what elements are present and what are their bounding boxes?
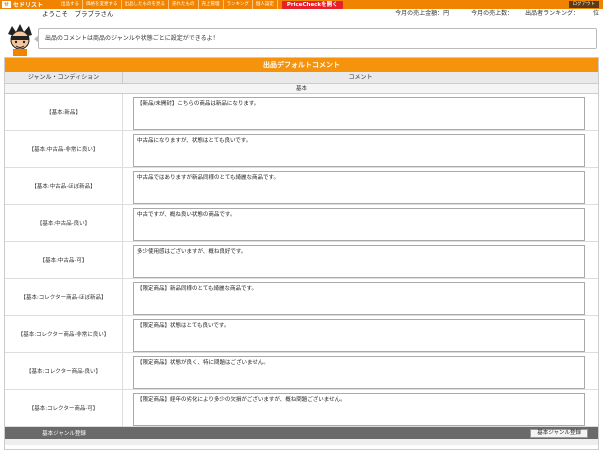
condition-label: 【基本:コレクター商品-ほぼ新品】 [5,279,123,315]
footer-label: 基本ジャンル登録 [42,431,86,437]
nav-item-listed[interactable]: 出品したものを見る [122,0,169,9]
condition-label: 【基本:コレクター商品-良い】 [5,353,123,389]
logo-text: セドリスト [13,2,44,9]
table-row: 【基本:コレクター商品-良い】 【限定商品】状態が良く、特に問題はございません。 [5,353,598,390]
table-row: 【基本:コレクター商品-可】 【限定商品】経年の劣化により多少の欠損がございます… [5,390,598,427]
nav-item-price-change[interactable]: 価格を変更する [83,0,122,9]
condition-label: 【基本:中古品-可】 [5,242,123,278]
comment-field[interactable]: 多少使用感はございますが、概ね良好です。 [133,245,585,278]
condition-label: 【基本:コレクター商品-非常に良い】 [5,316,123,352]
table-row: 【基本:中古品-良い】 中古ですが、概ね良い状態の商品です。 [5,205,598,242]
table-row: 【基本:中古品-ほぼ新品】 中古品ではありますが新品同様のとても綺麗な商品です。 [5,168,598,205]
logo-mark-icon: せ [2,1,11,8]
col-comment: コメント [348,74,373,81]
default-comment-panel: 出品デフォルトコメント ジャンル・コンディション コメント 基本 【基本:新品】… [4,57,599,450]
condition-label: 【基本:中古品-非常に良い】 [5,131,123,167]
welcome-text: ようこそ ブラブラさん [42,10,114,18]
comment-field[interactable]: 中古ですが、概ね良い状態の商品です。 [133,208,585,241]
comment-field[interactable]: 中古品になりますが、状態はとても良いです。 [133,134,585,167]
condition-label: 【基本:コレクター商品-可】 [5,390,123,426]
nav-item-list[interactable]: 出品する [58,0,83,9]
nav-item-sold[interactable]: 売れたもの [169,0,199,9]
table-row: 【基本:コレクター商品-ほぼ新品】 【限定商品】新品同様のとても綺麗な商品です。 [5,279,598,316]
section-basic: 基本 [5,84,598,94]
col-condition: ジャンル・コンディション [5,72,123,83]
mascot-icon [8,24,32,56]
logout-button[interactable]: ログアウト [568,1,599,8]
condition-label: 【基本:中古品-良い】 [5,205,123,241]
nav-item-sales[interactable]: 売上管理 [199,0,224,9]
footer-row: 基本ジャンル登録 基本ジャンル登録 [5,427,598,439]
seller-ranking: 出品者ランキング： [525,10,579,17]
bottom-strip [5,439,598,445]
comment-field[interactable]: 【新品/未開封】こちらの商品は新品になります。 [133,97,585,130]
pricecheck-button[interactable]: PriceCheckを開く [281,0,343,9]
monthly-sales-amount: 今月の売上金額：円 [395,10,450,17]
table-row: 【基本:中古品-可】 多少使用感はございますが、概ね良好です。 [5,242,598,279]
comment-field[interactable]: 【限定商品】状態が良く、特に問題はございません。 [133,356,585,389]
table-row: 【基本:コレクター商品-非常に良い】 【限定商品】状態はとても良いです。 [5,316,598,353]
table-row: 【基本:新品】 【新品/未開封】こちらの商品は新品になります。 [5,94,598,131]
logo[interactable]: せ セドリスト [0,0,58,9]
nav-item-settings[interactable]: 個人設定 [253,0,278,9]
table-row: 【基本:中古品-非常に良い】 中古品になりますが、状態はとても良いです。 [5,131,598,168]
condition-label: 【基本:中古品-ほぼ新品】 [5,168,123,204]
register-basic-genre-button[interactable]: 基本ジャンル登録 [530,428,588,438]
comment-field[interactable]: 【限定商品】新品同様のとても綺麗な商品です。 [133,282,585,315]
seller-ranking-suffix: 位 [592,10,599,17]
comment-field[interactable]: 【限定商品】経年の劣化により多少の欠損がございますが、概ね問題ございません。 [133,393,585,426]
stats-bar: 今月の売上金額：円 今月の売上数： 出品者ランキング： 位 [373,9,599,19]
column-header: ジャンル・コンディション コメント [5,72,598,84]
panel-title: 出品デフォルトコメント [5,58,598,72]
monthly-sales-count: 今月の売上数： [471,10,514,17]
condition-label: 【基本:新品】 [5,94,123,130]
comment-field[interactable]: 中古品ではありますが新品同様のとても綺麗な商品です。 [133,171,585,204]
speech-bubble: 出品のコメントは商品のジャンルや状態ごとに設定ができるよ！ [34,28,597,49]
comment-field[interactable]: 【限定商品】状態はとても良いです。 [133,319,585,352]
nav-item-ranking[interactable]: ランキング [224,0,253,9]
top-nav-bar: せ セドリスト 出品する 価格を変更する 出品したものを見る 売れたもの 売上管… [0,0,603,9]
